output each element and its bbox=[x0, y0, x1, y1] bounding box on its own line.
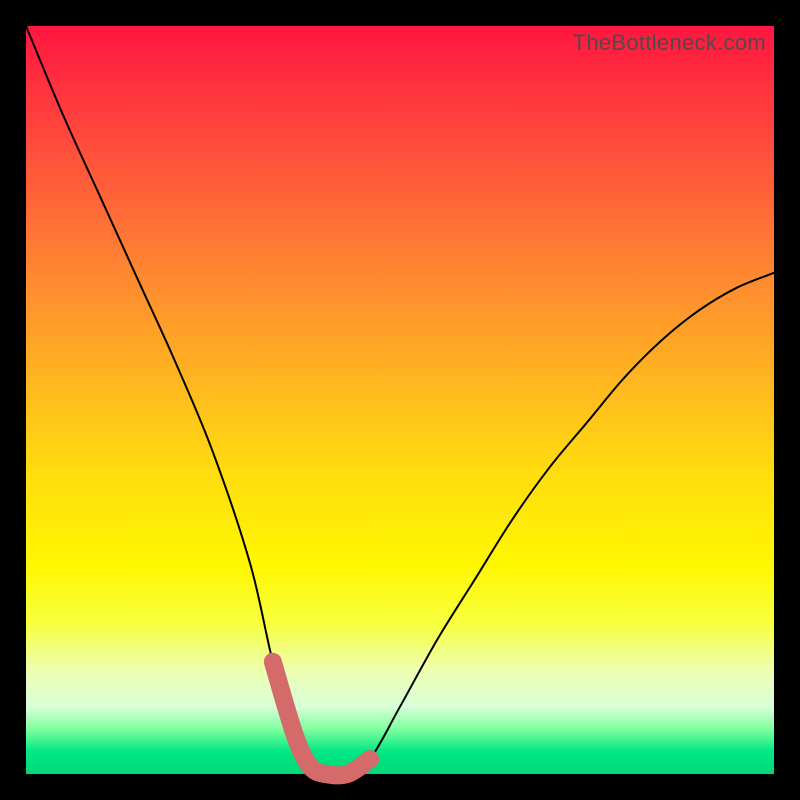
optimal-band-curve bbox=[273, 662, 370, 776]
chart-area: TheBottleneck.com bbox=[26, 26, 774, 774]
plot-svg bbox=[26, 26, 774, 774]
mismatch-curve bbox=[26, 26, 774, 775]
